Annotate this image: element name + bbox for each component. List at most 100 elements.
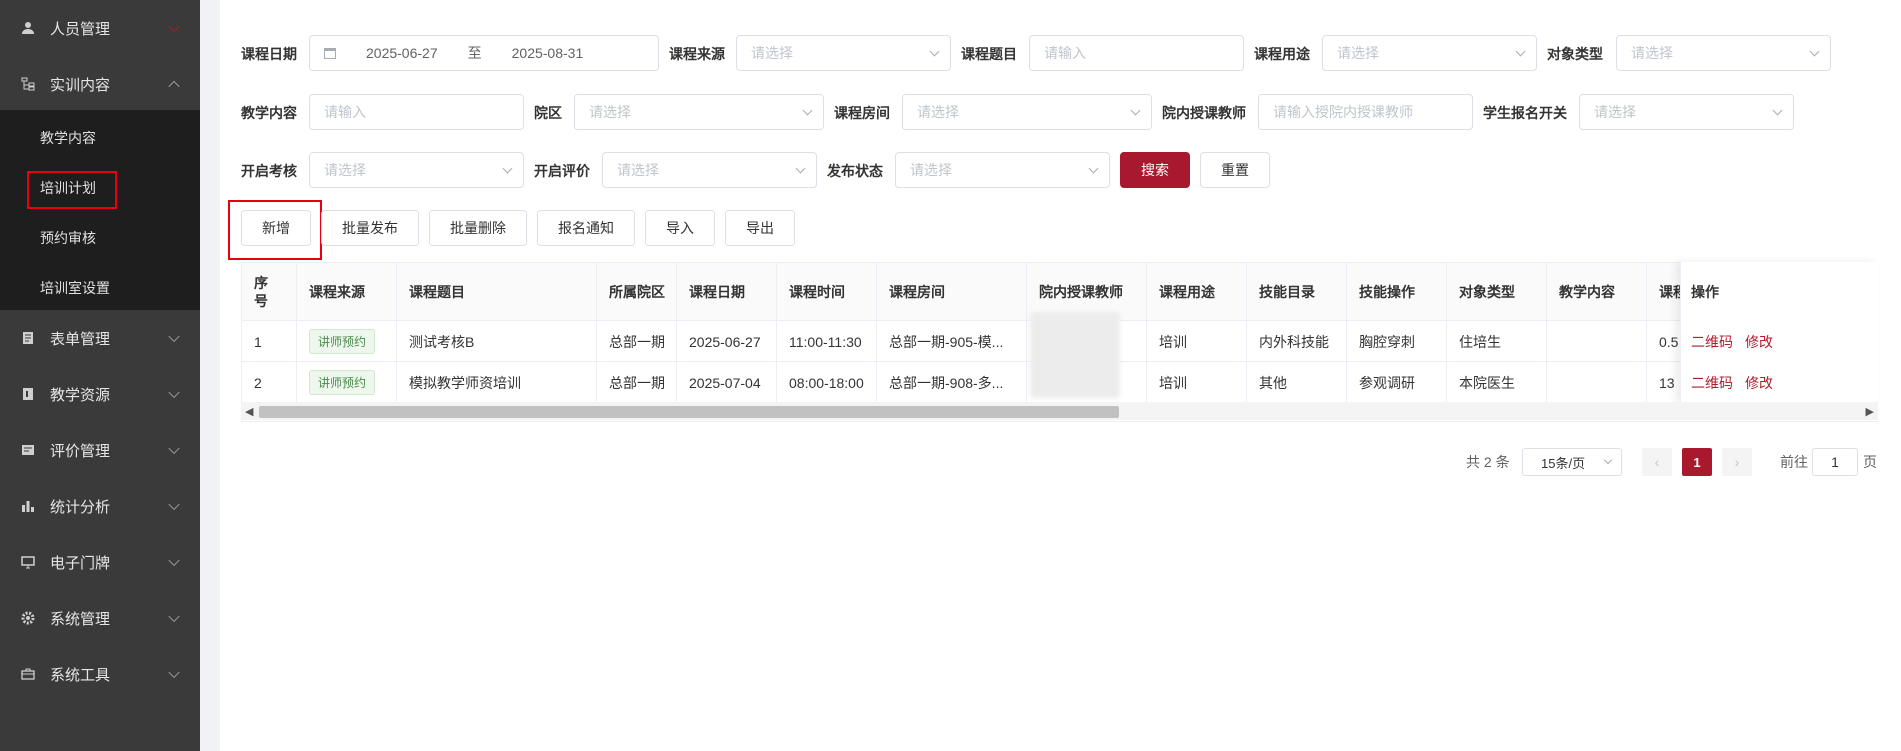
internal-teacher-input[interactable]: 请输入授院内授课教师: [1258, 94, 1473, 130]
course-date-range[interactable]: 2025-06-27 至 2025-08-31: [309, 35, 659, 71]
toolbox-icon: [20, 666, 36, 682]
header-skill-op: 技能操作: [1347, 263, 1447, 321]
chevron-down-icon: [802, 105, 813, 116]
cell-campus: 总部一期: [597, 321, 677, 362]
sidebar-item-system[interactable]: 系统管理: [0, 590, 200, 646]
cell-date: 2025-06-27: [677, 321, 777, 362]
date-separator: 至: [467, 45, 482, 61]
sidebar-item-label: 教学资源: [50, 386, 111, 404]
submenu: 教学内容 培训计划 预约审核 培训室设置: [0, 110, 200, 310]
select-placeholder: 请选择: [589, 104, 631, 120]
select-placeholder: 请选择: [324, 162, 366, 178]
batch-delete-button[interactable]: 批量删除: [429, 210, 527, 246]
target-type-select[interactable]: 请选择: [1616, 35, 1831, 71]
course-room-select[interactable]: 请选择: [902, 94, 1152, 130]
bar-chart-icon: [20, 498, 36, 514]
submenu-item-room-settings[interactable]: 培训室设置: [40, 278, 110, 298]
sidebar-item-statistics[interactable]: 统计分析: [0, 478, 200, 534]
row-actions: 二维码 修改: [1691, 373, 1785, 393]
tree-icon: [20, 76, 36, 92]
header-title: 课程题目: [397, 263, 597, 321]
sidebar-item-training-content[interactable]: 实训内容: [0, 56, 200, 112]
goto-prefix: 前往: [1780, 454, 1808, 470]
current-page[interactable]: 1: [1682, 448, 1712, 476]
edit-link[interactable]: 修改: [1745, 334, 1773, 350]
reset-button[interactable]: 重置: [1200, 152, 1270, 188]
course-source-select[interactable]: 请选择: [736, 35, 951, 71]
sidebar-item-personnel[interactable]: 人员管理: [0, 0, 200, 56]
search-button[interactable]: 搜索: [1120, 152, 1190, 188]
batch-publish-button[interactable]: 批量发布: [321, 210, 419, 246]
input-placeholder: 请输入: [324, 104, 366, 120]
import-button[interactable]: 导入: [645, 210, 715, 246]
sidebar-item-evaluation[interactable]: 评价管理: [0, 422, 200, 478]
person-icon: [20, 20, 36, 36]
horizontal-scrollbar[interactable]: ◀ ▶: [241, 402, 1878, 420]
cell-source: 讲师预约: [297, 362, 397, 403]
teaching-content-input[interactable]: 请输入: [309, 94, 524, 130]
header-time: 课程时间: [777, 263, 877, 321]
sidebar-item-tools[interactable]: 系统工具: [0, 646, 200, 702]
cell-date: 2025-07-04: [677, 362, 777, 403]
export-button[interactable]: 导出: [725, 210, 795, 246]
header-operation: 操作: [1691, 284, 1719, 300]
submenu-item-teaching-content[interactable]: 教学内容: [40, 128, 96, 148]
calendar-icon: [324, 47, 336, 59]
course-room-label: 课程房间: [834, 105, 890, 121]
open-eval-select[interactable]: 请选择: [602, 152, 817, 188]
cell-no: 2: [242, 362, 297, 403]
input-placeholder: 请输入: [1044, 45, 1086, 61]
target-type-label: 对象类型: [1547, 46, 1603, 62]
row-actions: 二维码 修改: [1691, 332, 1785, 352]
header-date: 课程日期: [677, 263, 777, 321]
qrcode-link[interactable]: 二维码: [1691, 375, 1733, 391]
select-placeholder: 请选择: [751, 45, 793, 61]
select-placeholder: 请选择: [917, 104, 959, 120]
page-size-select[interactable]: 15条/页: [1522, 448, 1622, 476]
internal-teacher-label: 院内授课教师: [1162, 105, 1246, 121]
evaluation-icon: [20, 442, 36, 458]
chevron-down-icon: [502, 163, 513, 174]
cell-source: 讲师预约: [297, 321, 397, 362]
enroll-notice-button[interactable]: 报名通知: [537, 210, 635, 246]
scroll-left-icon[interactable]: ◀: [245, 405, 253, 418]
scroll-right-icon[interactable]: ▶: [1866, 405, 1874, 418]
chevron-down-icon: [168, 554, 180, 567]
sidebar-item-door-sign[interactable]: 电子门牌: [0, 534, 200, 590]
enroll-switch-select[interactable]: 请选择: [1579, 94, 1794, 130]
next-page-button[interactable]: ›: [1722, 448, 1752, 476]
campus-label: 院区: [534, 105, 562, 121]
goto-page-input[interactable]: 1: [1812, 448, 1858, 476]
pagination-total: 共 2 条: [1466, 454, 1510, 470]
header-source: 课程来源: [297, 263, 397, 321]
header-room: 课程房间: [877, 263, 1027, 321]
qrcode-link[interactable]: 二维码: [1691, 334, 1733, 350]
cell-title: 模拟教学师资培训: [397, 362, 597, 403]
cell-skill-op: 胸腔穿刺: [1347, 321, 1447, 362]
course-title-input[interactable]: 请输入: [1029, 35, 1244, 71]
chevron-down-icon: [168, 666, 180, 679]
course-title-label: 课程题目: [961, 46, 1017, 62]
campus-select[interactable]: 请选择: [574, 94, 824, 130]
chevron-down-icon: [929, 46, 940, 57]
highlight-box: [228, 200, 322, 260]
highlight-box: [27, 171, 117, 209]
publish-status-select[interactable]: 请选择: [895, 152, 1110, 188]
redacted-teacher-names: [1030, 312, 1120, 398]
course-purpose-select[interactable]: 请选择: [1322, 35, 1537, 71]
cell-room: 总部一期-908-多...: [877, 362, 1027, 403]
submenu-item-booking-review[interactable]: 预约审核: [40, 228, 96, 248]
edit-link[interactable]: 修改: [1745, 375, 1773, 391]
status-badge: 讲师预约: [309, 329, 376, 354]
sidebar-item-resources[interactable]: 教学资源: [0, 366, 200, 422]
scroll-thumb[interactable]: [259, 406, 1119, 418]
prev-page-button[interactable]: ‹: [1642, 448, 1672, 476]
chevron-down-icon: [1130, 105, 1141, 116]
sidebar-item-forms[interactable]: 表单管理: [0, 310, 200, 366]
cell-time: 08:00-18:00: [777, 362, 877, 403]
open-exam-select[interactable]: 请选择: [309, 152, 524, 188]
gear-icon: [20, 610, 36, 626]
cell-target: 住培生: [1447, 321, 1547, 362]
chevron-down-icon: [168, 442, 180, 455]
header-no: 序号: [242, 263, 297, 321]
